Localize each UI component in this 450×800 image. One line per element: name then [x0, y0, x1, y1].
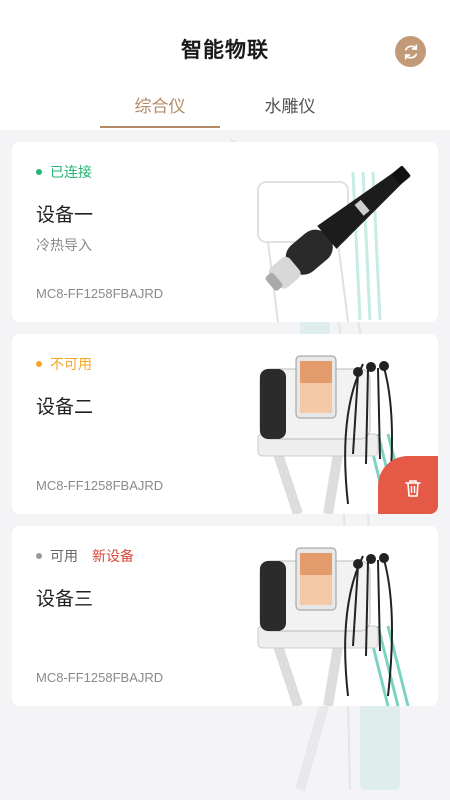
- device-card[interactable]: 不可用 设备二 MC8-FF1258FBAJRD: [12, 334, 438, 514]
- status-badge: 已连接: [36, 162, 92, 182]
- status-text: 已连接: [50, 165, 92, 181]
- active-tab-indicator: [100, 126, 220, 128]
- status-dot: [36, 169, 42, 175]
- status-text: 不可用: [50, 357, 92, 373]
- device-name: 设备一: [36, 204, 94, 226]
- new-device-tag: 新设备: [92, 549, 134, 565]
- refresh-icon: [404, 43, 417, 60]
- beauty-machine-image: [257, 547, 410, 706]
- page-title: 智能物联: [181, 38, 269, 62]
- device-name: 设备二: [36, 396, 94, 418]
- status-badge: 不可用: [36, 354, 92, 374]
- delete-button[interactable]: [378, 456, 438, 514]
- device-card[interactable]: 已连接 设备一 冷热导入 MC8-FF1258FBAJRD: [12, 142, 438, 322]
- tab-bar: 综合仪 水雕仪: [0, 86, 450, 130]
- tab-comprehensive[interactable]: 综合仪: [100, 92, 220, 130]
- device-type: 冷热导入: [36, 238, 92, 254]
- device-id: MC8-FF1258FBAJRD: [36, 478, 164, 493]
- app-header: 智能物联 综合仪 水雕仪: [0, 0, 450, 130]
- refresh-button[interactable]: [395, 36, 426, 67]
- device-card[interactable]: 可用 新设备 设备三 MC8-FF1258FBAJRD: [12, 526, 438, 706]
- status-text: 可用: [50, 549, 78, 565]
- tab-water-sculpt[interactable]: 水雕仪: [230, 92, 350, 130]
- device-id: MC8-FF1258FBAJRD: [36, 670, 164, 685]
- trash-icon: [405, 480, 421, 497]
- status-dot: [36, 553, 42, 559]
- handpiece-device-image: [257, 166, 411, 322]
- status-dot: [36, 361, 42, 367]
- device-name: 设备三: [36, 588, 94, 610]
- status-badge: 可用 新设备: [36, 546, 134, 566]
- device-id: MC8-FF1258FBAJRD: [36, 286, 164, 301]
